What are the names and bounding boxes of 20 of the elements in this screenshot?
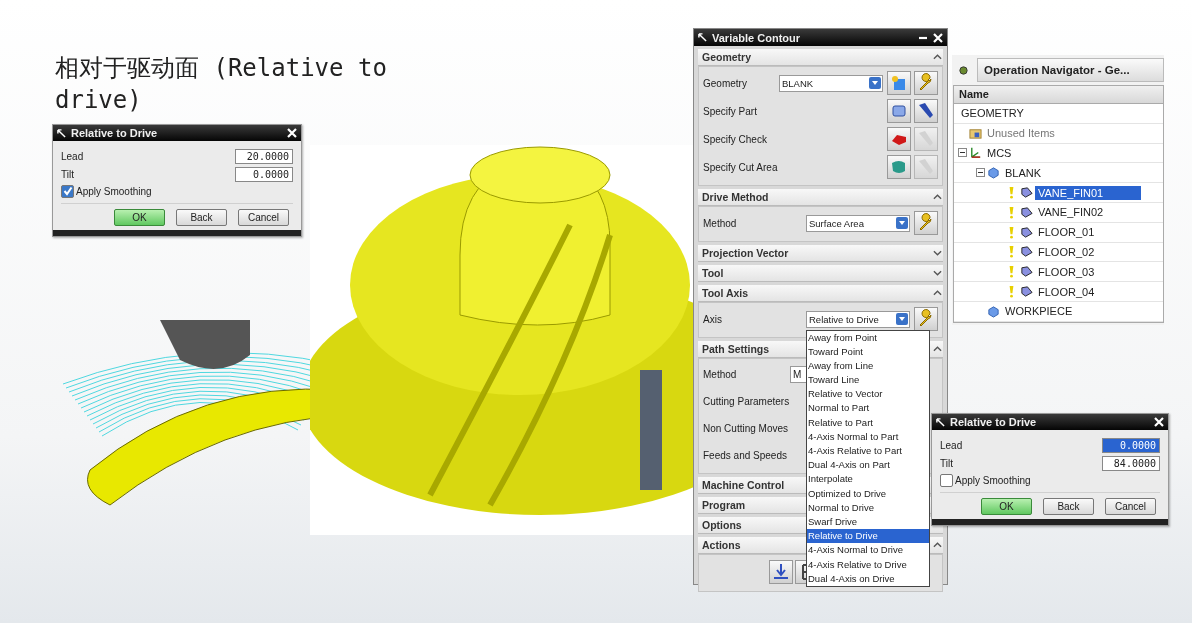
row-label: Method bbox=[703, 369, 737, 380]
slide-title: 相对于驱动面 (Relative to drive) bbox=[55, 53, 388, 116]
row-label: Non Cutting Moves bbox=[703, 423, 789, 434]
checkbox-label: Apply Smoothing bbox=[955, 474, 1031, 486]
panel-title: Variable Contour bbox=[712, 31, 802, 44]
row-label: Axis bbox=[703, 313, 722, 325]
row-label: Method bbox=[703, 217, 737, 229]
row-label: Specify Cut Area bbox=[703, 161, 778, 173]
row-label: Specify Check bbox=[703, 133, 767, 145]
dialog-title: Relative to Drive bbox=[71, 127, 159, 139]
row-label: Feeds and Speeds bbox=[703, 450, 787, 461]
row-label: Geometry bbox=[703, 77, 747, 89]
field-label: Tilt bbox=[940, 457, 953, 469]
row-label: Cutting Parameters bbox=[703, 396, 790, 407]
field-label: Tilt bbox=[61, 168, 74, 180]
field-label: Lead bbox=[61, 150, 84, 162]
checkbox-label: Apply Smoothing bbox=[76, 185, 152, 197]
dialog-title: Relative to Drive bbox=[950, 416, 1038, 428]
row-label: Specify Part bbox=[703, 105, 757, 117]
field-label: Lead bbox=[940, 439, 963, 451]
